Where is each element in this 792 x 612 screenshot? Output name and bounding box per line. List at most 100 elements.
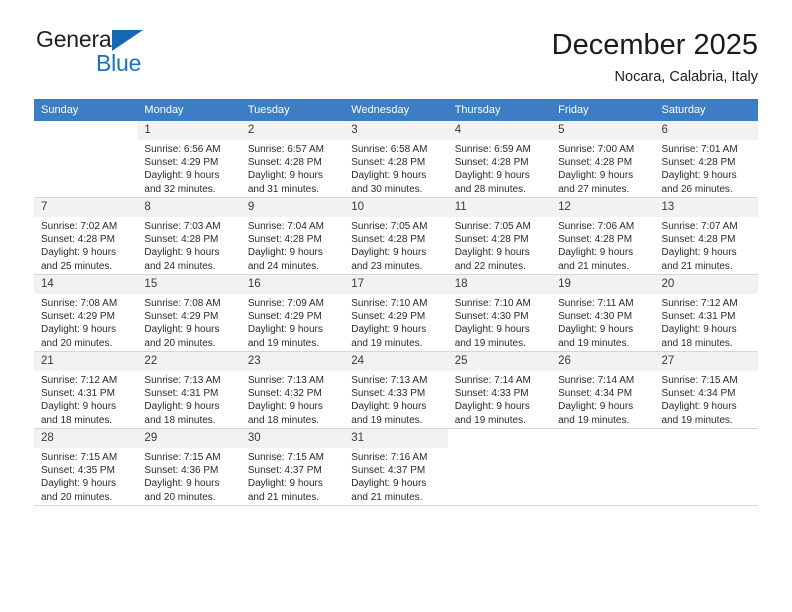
day-details: Sunrise: 7:10 AM Sunset: 4:30 PM Daylight:… xyxy=(448,294,551,350)
day-sunrise-text: Sunrise: 7:05 AM xyxy=(454,221,531,232)
day-number: 18 xyxy=(447,275,552,294)
calendar-day-cell-empty xyxy=(447,428,552,506)
calendar-week-row: 21 Sunrise: 7:12 AM Sunset: 4:31 PM Dayligh… xyxy=(34,351,758,429)
day-cell-inner: 2 Sunrise: 6:57 AM Sunset: 4:28 PM Daylight… xyxy=(240,121,345,197)
day-number: 6 xyxy=(654,121,758,140)
page-header: General Blue December 2025 Nocara, Calab… xyxy=(0,0,792,86)
day-sunset-text: Sunset: 4:35 PM xyxy=(41,465,115,477)
calendar-day-cell[interactable]: 16 Sunrise: 7:09 AM Sunset: 4:29 PM Dayligh… xyxy=(240,274,345,352)
calendar-day-cell[interactable]: 8 Sunrise: 7:03 AM Sunset: 4:28 PM Daylight… xyxy=(137,197,241,275)
calendar-day-cell[interactable]: 4 Sunrise: 6:59 AM Sunset: 4:28 PM Daylight… xyxy=(447,121,552,198)
day-cell-inner xyxy=(654,429,758,505)
calendar-day-cell[interactable]: 3 Sunrise: 6:58 AM Sunset: 4:28 PM Daylight… xyxy=(344,121,448,198)
calendar-day-cell[interactable]: 17 Sunrise: 7:10 AM Sunset: 4:29 PM Dayligh… xyxy=(344,274,448,352)
day-details: Sunrise: 7:15 AM Sunset: 4:36 PM Daylight:… xyxy=(137,448,240,504)
day-cell-inner: 23 Sunrise: 7:13 AM Sunset: 4:32 PM Dayligh… xyxy=(240,352,345,428)
day-number: 13 xyxy=(654,198,758,217)
calendar-day-cell[interactable]: 24 Sunrise: 7:13 AM Sunset: 4:33 PM Dayligh… xyxy=(344,351,448,429)
calendar-day-cell[interactable]: 14 Sunrise: 7:08 AM Sunset: 4:29 PM Dayligh… xyxy=(34,274,138,352)
day-sunrise-text: Sunrise: 7:12 AM xyxy=(661,298,738,309)
day-sunset-text: Sunset: 4:32 PM xyxy=(247,388,322,400)
calendar-day-cell[interactable]: 5 Sunrise: 7:00 AM Sunset: 4:28 PM Daylight… xyxy=(551,121,655,198)
day-details: Sunrise: 7:15 AM Sunset: 4:34 PM Daylight:… xyxy=(655,371,758,427)
day-daylight1-text: Daylight: 9 hours xyxy=(558,247,634,259)
calendar-day-cell[interactable]: 28 Sunrise: 7:15 AM Sunset: 4:35 PM Dayligh… xyxy=(34,428,138,506)
day-daylight1-text: Daylight: 9 hours xyxy=(351,170,427,182)
day-daylight2-text: and 19 minutes. xyxy=(247,337,320,349)
calendar-day-cell[interactable]: 27 Sunrise: 7:15 AM Sunset: 4:34 PM Dayligh… xyxy=(654,351,758,429)
day-daylight1-text: Daylight: 9 hours xyxy=(454,401,530,413)
day-details: Sunrise: 7:05 AM Sunset: 4:28 PM Daylight:… xyxy=(448,217,551,273)
logo-text-general: General xyxy=(36,26,117,52)
day-sunset-text: Sunset: 4:28 PM xyxy=(661,234,736,246)
calendar-day-cell[interactable]: 26 Sunrise: 7:14 AM Sunset: 4:34 PM Dayligh… xyxy=(551,351,655,429)
calendar-day-cell[interactable]: 12 Sunrise: 7:06 AM Sunset: 4:28 PM Dayligh… xyxy=(551,197,655,275)
day-cell-inner: 10 Sunrise: 7:05 AM Sunset: 4:28 PM Dayligh… xyxy=(344,198,448,274)
calendar-day-cell[interactable]: 13 Sunrise: 7:07 AM Sunset: 4:28 PM Dayligh… xyxy=(654,197,758,275)
calendar-day-cell[interactable]: 22 Sunrise: 7:13 AM Sunset: 4:31 PM Dayligh… xyxy=(137,351,241,429)
calendar-day-cell[interactable]: 23 Sunrise: 7:13 AM Sunset: 4:32 PM Dayligh… xyxy=(240,351,345,429)
day-sunrise-text: Sunrise: 7:02 AM xyxy=(41,221,118,232)
logo-triangle-icon xyxy=(112,30,143,51)
calendar-day-cell[interactable]: 25 Sunrise: 7:14 AM Sunset: 4:33 PM Dayligh… xyxy=(447,351,552,429)
day-details: Sunrise: 7:11 AM Sunset: 4:30 PM Daylight:… xyxy=(551,294,654,350)
day-sunrise-text: Sunrise: 7:15 AM xyxy=(144,452,221,463)
calendar-day-cell[interactable]: 7 Sunrise: 7:02 AM Sunset: 4:28 PM Daylight… xyxy=(34,197,138,275)
day-sunrise-text: Sunrise: 7:01 AM xyxy=(661,144,738,155)
calendar-day-cell[interactable]: 10 Sunrise: 7:05 AM Sunset: 4:28 PM Dayligh… xyxy=(344,197,448,275)
day-daylight2-text: and 18 minutes. xyxy=(247,414,320,426)
day-details: Sunrise: 7:05 AM Sunset: 4:28 PM Daylight:… xyxy=(344,217,447,273)
day-details: Sunrise: 7:15 AM Sunset: 4:35 PM Daylight:… xyxy=(34,448,137,504)
day-daylight2-text: and 24 minutes. xyxy=(247,260,320,272)
day-details: Sunrise: 7:00 AM Sunset: 4:28 PM Daylight:… xyxy=(551,140,654,196)
calendar-day-cell[interactable]: 6 Sunrise: 7:01 AM Sunset: 4:28 PM Daylight… xyxy=(654,121,758,198)
calendar-day-cell[interactable]: 31 Sunrise: 7:16 AM Sunset: 4:37 PM Dayligh… xyxy=(344,428,448,506)
calendar-day-cell[interactable]: 29 Sunrise: 7:15 AM Sunset: 4:36 PM Dayligh… xyxy=(137,428,241,506)
day-cell-inner: 20 Sunrise: 7:12 AM Sunset: 4:31 PM Dayligh… xyxy=(654,275,758,351)
day-daylight1-text: Daylight: 9 hours xyxy=(661,324,737,336)
calendar-day-cell[interactable]: 15 Sunrise: 7:08 AM Sunset: 4:29 PM Dayligh… xyxy=(137,274,241,352)
weekday-header-wednesday: Wednesday xyxy=(344,99,448,121)
day-sunrise-text: Sunrise: 7:10 AM xyxy=(351,298,428,309)
day-daylight1-text: Daylight: 9 hours xyxy=(558,401,634,413)
calendar-day-cell[interactable]: 21 Sunrise: 7:12 AM Sunset: 4:31 PM Dayligh… xyxy=(34,351,138,429)
day-daylight1-text: Daylight: 9 hours xyxy=(351,324,427,336)
day-number: 22 xyxy=(137,352,241,371)
day-daylight2-text: and 21 minutes. xyxy=(247,491,320,503)
calendar-day-cell[interactable]: 2 Sunrise: 6:57 AM Sunset: 4:28 PM Daylight… xyxy=(240,121,345,198)
day-details: Sunrise: 7:15 AM Sunset: 4:37 PM Daylight:… xyxy=(241,448,344,504)
day-daylight1-text: Daylight: 9 hours xyxy=(41,478,117,490)
day-daylight1-text: Daylight: 9 hours xyxy=(144,401,220,413)
day-daylight2-text: and 23 minutes. xyxy=(351,260,423,272)
calendar-day-cell[interactable]: 20 Sunrise: 7:12 AM Sunset: 4:31 PM Dayligh… xyxy=(654,274,758,352)
calendar-day-cell[interactable]: 1 Sunrise: 6:56 AM Sunset: 4:29 PM Daylight… xyxy=(137,121,241,198)
day-cell-inner: 30 Sunrise: 7:15 AM Sunset: 4:37 PM Dayligh… xyxy=(240,429,345,505)
weekday-header-thursday: Thursday xyxy=(447,99,552,121)
day-cell-inner: 18 Sunrise: 7:10 AM Sunset: 4:30 PM Dayligh… xyxy=(447,275,552,351)
calendar-day-cell-empty xyxy=(654,428,758,506)
day-sunrise-text: Sunrise: 7:15 AM xyxy=(247,452,324,463)
day-details: Sunrise: 7:02 AM Sunset: 4:28 PM Daylight:… xyxy=(34,217,137,273)
day-number xyxy=(447,429,552,448)
day-daylight1-text: Daylight: 9 hours xyxy=(351,401,427,413)
day-sunrise-text: Sunrise: 7:14 AM xyxy=(454,375,531,386)
day-sunset-text: Sunset: 4:28 PM xyxy=(661,157,736,169)
calendar-day-cell-empty xyxy=(551,428,655,506)
day-sunset-text: Sunset: 4:30 PM xyxy=(558,311,633,323)
day-daylight2-text: and 18 minutes. xyxy=(661,337,733,349)
day-daylight2-text: and 24 minutes. xyxy=(144,260,216,272)
day-daylight1-text: Daylight: 9 hours xyxy=(247,170,323,182)
day-cell-inner xyxy=(447,429,552,505)
day-daylight1-text: Daylight: 9 hours xyxy=(454,324,530,336)
calendar-day-cell[interactable]: 11 Sunrise: 7:05 AM Sunset: 4:28 PM Dayligh… xyxy=(447,197,552,275)
calendar-day-cell[interactable]: 30 Sunrise: 7:15 AM Sunset: 4:37 PM Dayligh… xyxy=(240,428,345,506)
day-number: 26 xyxy=(551,352,655,371)
calendar-day-cell[interactable]: 19 Sunrise: 7:11 AM Sunset: 4:30 PM Dayligh… xyxy=(551,274,655,352)
day-sunrise-text: Sunrise: 7:16 AM xyxy=(351,452,428,463)
day-daylight1-text: Daylight: 9 hours xyxy=(661,247,737,259)
day-number: 24 xyxy=(344,352,448,371)
day-sunrise-text: Sunrise: 7:13 AM xyxy=(144,375,221,386)
calendar-day-cell[interactable]: 9 Sunrise: 7:04 AM Sunset: 4:28 PM Daylight… xyxy=(240,197,345,275)
day-sunset-text: Sunset: 4:28 PM xyxy=(558,157,633,169)
calendar-day-cell[interactable]: 18 Sunrise: 7:10 AM Sunset: 4:30 PM Dayligh… xyxy=(447,274,552,352)
